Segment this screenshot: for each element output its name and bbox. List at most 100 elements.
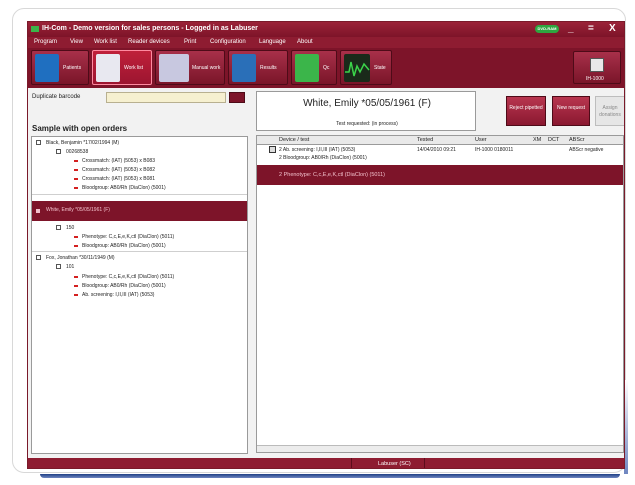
qc-button[interactable]: Qc bbox=[291, 50, 337, 85]
tree-patient-label: Fox, Jonathan *30/11/1949 (M) bbox=[46, 255, 115, 261]
order-status-icon bbox=[74, 294, 78, 296]
app-icon bbox=[31, 26, 39, 32]
menu-configuration[interactable]: Configuration bbox=[210, 39, 246, 45]
results-icon bbox=[232, 54, 256, 82]
table-row[interactable]: 2 Bloodgroup: AB0/Rh (DiaClon) (5001) bbox=[257, 154, 623, 162]
results-button[interactable]: Results bbox=[228, 50, 288, 85]
reject-pipetted-label: Reject pipetted bbox=[509, 105, 543, 111]
cell-device-test: 2 Phenotype: C,c,E,e,K,ctl (DiaClon) (50… bbox=[279, 172, 385, 178]
cell-device-test: 2 Ab. screening: I,II,III (IAT) (5053) bbox=[279, 147, 356, 153]
tree-order-label: Bloodgroup: AB0/Rh (DiaClon) (5001) bbox=[82, 283, 166, 289]
minimize-button[interactable]: _ bbox=[568, 23, 574, 34]
test-results-grid[interactable]: Device / test Tested User XM DCT ABScr 2… bbox=[256, 135, 624, 453]
collapse-icon[interactable] bbox=[36, 140, 41, 145]
col-abscr[interactable]: ABScr bbox=[569, 137, 585, 143]
cell-device-test: 2 Bloodgroup: AB0/Rh (DiaClon) (5001) bbox=[279, 155, 367, 161]
window-title: IH-Com - Demo version for sales persons … bbox=[42, 25, 258, 32]
collapse-icon[interactable] bbox=[56, 149, 61, 154]
reject-pipetted-button[interactable]: Reject pipetted bbox=[506, 96, 546, 126]
table-row-selected[interactable]: 2 Phenotype: C,c,E,e,K,ctl (DiaClon) (50… bbox=[257, 165, 623, 185]
device-row-icon bbox=[269, 146, 276, 153]
manual-work-icon bbox=[159, 54, 189, 82]
close-button[interactable]: X bbox=[609, 23, 616, 34]
tree-patient-fox[interactable]: Fox, Jonathan *30/11/1949 (M) bbox=[32, 254, 247, 262]
tree-order-item[interactable]: Bloodgroup: AB0/Rh (DiaClon) (5001) bbox=[32, 184, 247, 192]
duplicate-barcode-button[interactable] bbox=[229, 92, 245, 103]
menu-language[interactable]: Language bbox=[259, 39, 286, 45]
tree-sample-00268538[interactable]: 00268538 bbox=[32, 148, 247, 156]
col-device-test[interactable]: Device / test bbox=[279, 137, 309, 143]
collapse-icon[interactable] bbox=[36, 255, 41, 260]
tree-order-label: Crossmatch: (IAT) (5053) x B083 bbox=[82, 158, 155, 164]
status-divider bbox=[351, 458, 352, 468]
tree-order-item[interactable]: Crossmatch: (IAT) (5053) x B082 bbox=[32, 166, 247, 174]
menu-reader-devices[interactable]: Reader devices bbox=[128, 39, 170, 45]
worklist-button[interactable]: Work list bbox=[92, 50, 152, 85]
menu-about[interactable]: About bbox=[297, 39, 313, 45]
order-status-icon bbox=[74, 169, 78, 171]
collapse-icon[interactable] bbox=[56, 225, 61, 230]
qc-label: Qc bbox=[323, 65, 330, 71]
menu-program[interactable]: Program bbox=[34, 39, 57, 45]
device-icon bbox=[590, 58, 604, 72]
tree-order-item[interactable]: Crossmatch: (IAT) (5053) x B083 bbox=[32, 157, 247, 165]
assign-donations-button[interactable]: Assign donations bbox=[595, 96, 624, 126]
col-dct[interactable]: DCT bbox=[548, 137, 559, 143]
tree-order-item[interactable]: Phenotype: C,c,E,e,K,ctl (DiaClon) (5011… bbox=[32, 233, 247, 241]
menu-work-list[interactable]: Work list bbox=[94, 39, 117, 45]
tree-order-label: Ab. screening: I,II,III (IAT) (5053) bbox=[82, 292, 155, 298]
order-status-icon bbox=[74, 178, 78, 180]
tree-order-label: Phenotype: C,c,E,e,K,ctl (DiaClon) (5011… bbox=[82, 274, 175, 280]
col-xm[interactable]: XM bbox=[533, 137, 541, 143]
manual-work-button[interactable]: Manual work bbox=[155, 50, 225, 85]
state-button[interactable]: State bbox=[340, 50, 392, 85]
col-user[interactable]: User bbox=[475, 137, 487, 143]
tree-sample-label: 101 bbox=[66, 264, 75, 270]
new-request-button[interactable]: New request bbox=[552, 96, 590, 126]
test-requested-status: Test requested: (in process) bbox=[336, 121, 398, 127]
menu-view[interactable]: View bbox=[70, 39, 83, 45]
menu-bar: Program View Work list Reader devices Pr… bbox=[28, 37, 624, 48]
tree-sample-150[interactable]: 150 bbox=[32, 224, 247, 232]
tree-order-label: Crossmatch: (IAT) (5053) x B081 bbox=[82, 176, 155, 182]
tree-separator bbox=[32, 194, 247, 195]
table-row[interactable]: 2 Ab. screening: I,II,III (IAT) (5053) 1… bbox=[257, 146, 623, 154]
patient-header: White, Emily *05/05/1961 (F) Test reques… bbox=[256, 91, 476, 131]
duplicate-barcode-input[interactable] bbox=[106, 92, 226, 103]
frame-shadow-bottom bbox=[40, 474, 620, 478]
status-divider bbox=[424, 458, 425, 468]
sample-tree[interactable]: Black, Benjamin *17/02/1994 (M) 00268538… bbox=[31, 136, 248, 454]
tree-patient-black[interactable]: Black, Benjamin *17/02/1994 (M) bbox=[32, 139, 247, 147]
collapse-icon[interactable] bbox=[36, 209, 40, 213]
device-ih1000-button[interactable]: IH-1000 bbox=[573, 51, 621, 84]
order-status-icon bbox=[74, 160, 78, 162]
order-status-icon bbox=[74, 236, 78, 238]
tree-patient-label: White, Emily *05/05/1961 (F) bbox=[46, 207, 110, 213]
patients-button[interactable]: Patients bbox=[31, 50, 89, 85]
col-tested[interactable]: Tested bbox=[417, 137, 433, 143]
state-monitor-icon bbox=[344, 54, 370, 82]
cell-user: IH-1000 0180011 bbox=[475, 147, 514, 153]
tree-sample-101[interactable]: 101 bbox=[32, 263, 247, 271]
cell-abscr: ABScr negative bbox=[569, 147, 604, 153]
left-panel: Duplicate barcode Sample with open order… bbox=[28, 88, 250, 456]
assign-donations-label: Assign donations bbox=[599, 105, 621, 118]
horizontal-scrollbar[interactable] bbox=[257, 445, 623, 452]
tree-order-item[interactable]: Phenotype: C,c,E,e,K,ctl (DiaClon) (5011… bbox=[32, 273, 247, 281]
tree-patient-white-selected[interactable]: White, Emily *05/05/1961 (F) bbox=[32, 201, 247, 221]
tree-order-item[interactable]: Ab. screening: I,II,III (IAT) (5053) bbox=[32, 291, 247, 299]
tree-order-label: Crossmatch: (IAT) (5053) x B082 bbox=[82, 167, 155, 173]
tree-order-item[interactable]: Bloodgroup: AB0/Rh (DiaClon) (5001) bbox=[32, 282, 247, 290]
patient-name: White, Emily *05/05/1961 (F) bbox=[303, 98, 431, 109]
order-status-icon bbox=[74, 187, 78, 189]
order-status-icon bbox=[74, 276, 78, 278]
manual-work-label: Manual work bbox=[192, 65, 221, 71]
tree-order-item[interactable]: Bloodgroup: AB0/Rh (DiaClon) (5001) bbox=[32, 242, 247, 250]
maximize-button[interactable]: = bbox=[588, 23, 594, 34]
menu-print[interactable]: Print bbox=[184, 39, 196, 45]
order-status-icon bbox=[74, 285, 78, 287]
tree-order-item[interactable]: Crossmatch: (IAT) (5053) x B081 bbox=[32, 175, 247, 183]
state-label: State bbox=[374, 65, 386, 71]
patients-icon bbox=[35, 54, 59, 82]
collapse-icon[interactable] bbox=[56, 264, 61, 269]
